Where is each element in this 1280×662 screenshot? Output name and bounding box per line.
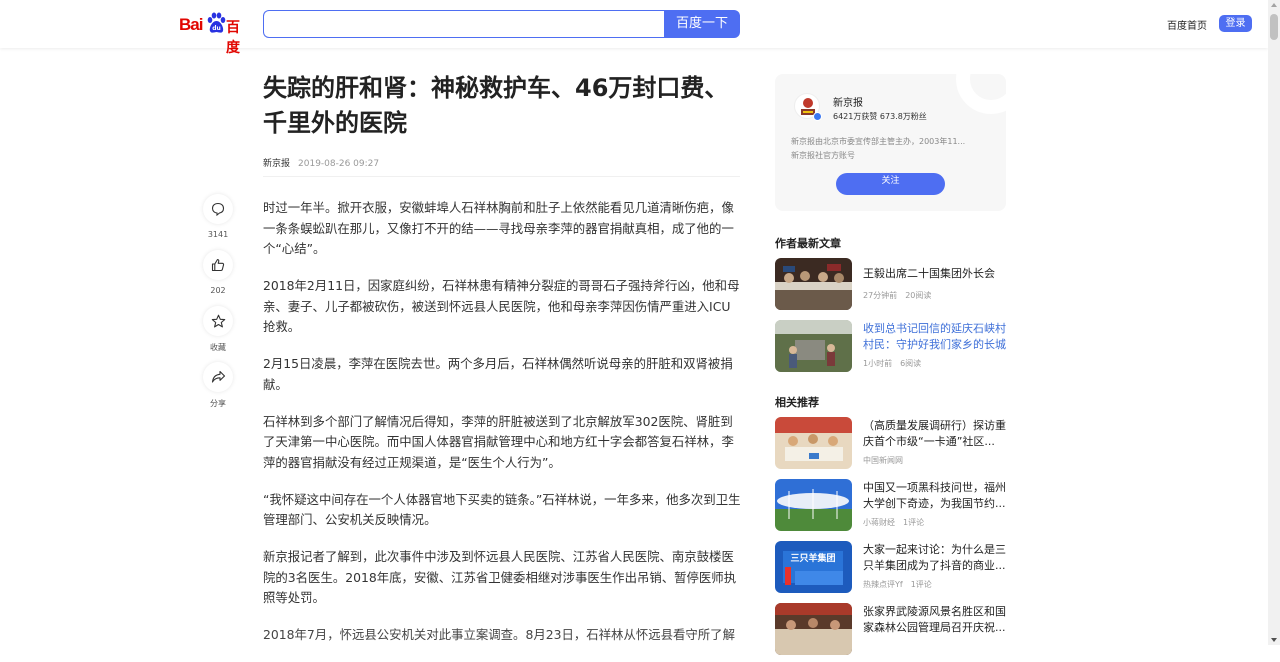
related-item-title[interactable]: 大家一起来讨论：为什么是三只羊集团成为了抖音的商业... xyxy=(863,542,1007,574)
related-source: 小蒋财经 xyxy=(863,518,895,527)
baidu-home-link[interactable]: 百度首页 xyxy=(1167,17,1207,32)
baidu-logo[interactable]: Bai du 百度 xyxy=(179,11,251,56)
related-item-meta: 热辣点评Yf 1评论 xyxy=(863,579,932,590)
author-stats: 6421万获赞 673.8万粉丝 xyxy=(833,112,927,121)
related-item[interactable]: 中国又一项黑科技问世，福州大学创下奇迹，为我国节约... 小蒋财经 1评论 xyxy=(775,479,1007,531)
author-desc-line: 新京报由北京市委宣传部主管主办，2003年11... xyxy=(791,137,966,146)
article-paragraph: 2018年7月，怀远县公安机关对此事立案调查。8月23日，石祥林从怀远县看守所了… xyxy=(263,627,735,642)
like-button[interactable] xyxy=(203,250,233,280)
related-item-title[interactable]: 张家界武陵源风景名胜区和国家森林公园管理局召开庆祝... xyxy=(863,604,1007,636)
related-comments: 1评论 xyxy=(910,580,932,589)
article-source[interactable]: 新京报 xyxy=(263,159,290,169)
article-paragraph: 石祥林到多个部门了解情况后得知，李萍的肝脏被送到了北京解放军302医院、肾脏到了… xyxy=(263,413,734,470)
article-date: 2019-08-26 09:27 xyxy=(298,159,380,169)
verified-badge-icon xyxy=(813,112,822,121)
article-meta: 新京报 2019-08-26 09:27 xyxy=(263,156,379,169)
article-time: 1小时前 xyxy=(863,359,893,368)
related-thumbnail[interactable] xyxy=(775,603,852,655)
article-paragraph: “我怀疑这中间存在一个人体器官地下买卖的链条。”石祥林说，一年多来，他多次到卫生… xyxy=(263,491,741,528)
related-thumbnail[interactable] xyxy=(775,417,852,469)
article-time: 27分钟前 xyxy=(863,291,898,300)
star-icon xyxy=(211,314,225,327)
author-description: 新京报由北京市委宣传部主管主办，2003年11... 新京报社官方账号 xyxy=(791,135,991,162)
follow-button[interactable]: 关注 xyxy=(836,173,945,195)
author-card: 新京报 6421万获赞 673.8万粉丝 新京报由北京市委宣传部主管主办，200… xyxy=(775,74,1006,211)
comment-action[interactable]: 3141 xyxy=(203,194,233,239)
meta-divider xyxy=(263,176,740,177)
related-item-title[interactable]: 中国又一项黑科技问世，福州大学创下奇迹，为我国节约... xyxy=(863,480,1007,512)
article-paragraph: 2月15日凌晨，李萍在医院去世。两个多月后，石祥林偶然听说母亲的肝脏和双肾被捐献… xyxy=(263,356,733,392)
latest-articles-title: 作者最新文章 xyxy=(775,237,841,250)
author-name[interactable]: 新京报 xyxy=(833,94,863,109)
share-button[interactable] xyxy=(203,362,233,392)
svg-text:du: du xyxy=(212,25,221,32)
favorite-label: 收藏 xyxy=(210,343,226,352)
article-reads: 20阅读 xyxy=(905,291,932,300)
related-item[interactable]: 三只羊集团 大家一起来讨论：为什么是三只羊集团成为了抖音的商业... 热辣点评Y… xyxy=(775,541,1007,593)
article-paragraph: 时过一年半。掀开衣服，安徽蚌埠人石祥林胸前和肚子上依然能看见几道清晰伤疤，像一条… xyxy=(263,200,734,256)
share-label: 分享 xyxy=(210,399,226,408)
search-input[interactable] xyxy=(263,10,665,38)
article-reads: 6阅读 xyxy=(900,359,922,368)
comment-button[interactable] xyxy=(203,194,233,224)
login-button[interactable]: 登录 xyxy=(1219,15,1252,32)
article-body: 时过一年半。掀开衣服，安徽蚌埠人石祥林胸前和肚子上依然能看见几道清晰伤疤，像一条… xyxy=(263,198,741,662)
logo-text-bai: Bai xyxy=(179,15,203,34)
paw-icon: du xyxy=(207,12,226,33)
related-item[interactable]: （高质量发展调研行）探访重庆首个市级“一卡通”社区... 中国新闻网 xyxy=(775,417,1007,469)
related-title: 相关推荐 xyxy=(775,396,819,409)
latest-article-title[interactable]: 收到总书记回信的延庆石峡村村民：守护好我们家乡的长城 xyxy=(863,321,1007,353)
author-desc-line: 新京报社官方账号 xyxy=(791,150,855,160)
comment-count: 3141 xyxy=(207,230,229,239)
related-source: 热辣点评Yf xyxy=(863,580,903,589)
logo-text-du: 百度 xyxy=(226,20,240,56)
related-item-meta: 中国新闻网 xyxy=(863,455,903,466)
svg-text:三只羊集团: 三只羊集团 xyxy=(790,552,835,564)
like-count: 202 xyxy=(210,286,226,295)
related-source: 中国新闻网 xyxy=(863,456,903,465)
latest-article-title[interactable]: 王毅出席二十国集团外长会 xyxy=(863,266,1007,282)
related-thumbnail[interactable]: 三只羊集团 xyxy=(775,541,852,593)
like-action[interactable]: 202 xyxy=(203,250,233,295)
search-button[interactable]: 百度一下 xyxy=(664,10,740,38)
article-title: 失踪的肝和肾：神秘救护车、46万封口费、千里外的医院 xyxy=(263,74,729,137)
related-item-title[interactable]: （高质量发展调研行）探访重庆首个市级“一卡通”社区... xyxy=(863,418,1007,450)
page-scrollbar[interactable] xyxy=(1268,0,1280,645)
latest-article-meta: 1小时前 6阅读 xyxy=(863,358,921,369)
article-paragraph: 2018年2月11日，因家庭纠纷，石祥林患有精神分裂症的哥哥石子强持斧行凶，他和… xyxy=(263,278,740,334)
related-thumbnail[interactable] xyxy=(775,479,852,531)
latest-article-item[interactable]: 收到总书记回信的延庆石峡村村民：守护好我们家乡的长城 1小时前 6阅读 xyxy=(775,320,1007,372)
share-icon xyxy=(211,370,225,383)
favorite-action[interactable]: 收藏 xyxy=(203,306,233,353)
scroll-up-arrow-icon[interactable] xyxy=(1271,3,1277,7)
article-thumbnail[interactable] xyxy=(775,258,852,310)
share-action[interactable]: 分享 xyxy=(203,362,233,409)
thumbs-up-icon xyxy=(211,258,225,272)
scrollbar-thumb[interactable] xyxy=(1270,14,1278,40)
top-header: Bai du 百度 百度一下 百度首页 登录 xyxy=(0,0,1268,56)
article-paragraph: 新京报记者了解到，此次事件中涉及到怀远县人民医院、江苏省人民医院、南京鼓楼医院的… xyxy=(263,549,737,605)
article-thumbnail[interactable] xyxy=(775,320,852,372)
latest-article-meta: 27分钟前 20阅读 xyxy=(863,290,931,301)
comment-icon xyxy=(211,202,225,216)
scroll-down-arrow-icon[interactable] xyxy=(1271,638,1277,642)
card-decoration xyxy=(956,74,1006,114)
latest-article-item[interactable]: 王毅出席二十国集团外长会 27分钟前 20阅读 xyxy=(775,258,1007,310)
related-comments: 1评论 xyxy=(903,518,925,527)
favorite-button[interactable] xyxy=(203,306,233,336)
related-item-meta: 小蒋财经 1评论 xyxy=(863,517,924,528)
related-item[interactable]: 张家界武陵源风景名胜区和国家森林公园管理局召开庆祝... xyxy=(775,603,1007,655)
